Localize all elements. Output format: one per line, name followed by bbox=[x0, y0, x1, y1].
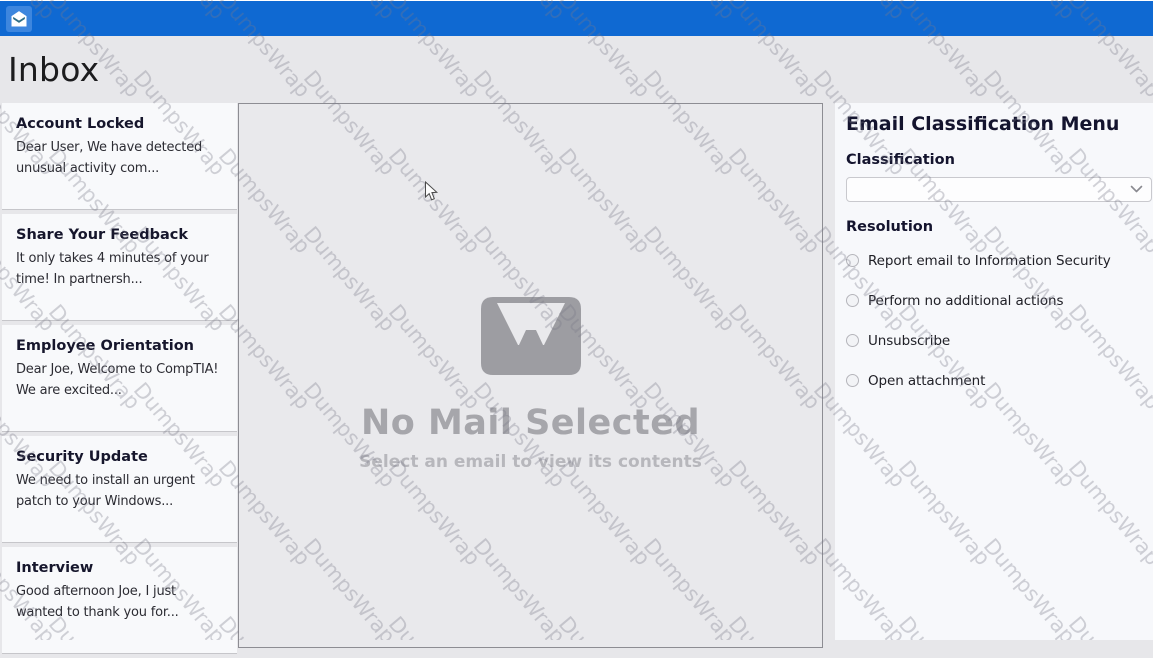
email-classification-panel: Email Classification Menu Classification… bbox=[835, 103, 1153, 640]
resolution-option-label: Open attachment bbox=[868, 373, 985, 389]
open-envelope-icon bbox=[9, 9, 29, 29]
page-title: Inbox bbox=[8, 50, 99, 89]
email-preview: It only takes 4 minutes of your time! In… bbox=[16, 248, 223, 290]
chevron-down-icon bbox=[1130, 185, 1143, 194]
resolution-option[interactable]: Unsubscribe bbox=[846, 327, 1141, 354]
radio-button-icon[interactable] bbox=[846, 254, 859, 267]
email-subject: Employee Orientation bbox=[16, 338, 223, 354]
resolution-option[interactable]: Perform no additional actions bbox=[846, 287, 1141, 314]
email-list-item[interactable]: Share Your Feedback It only takes 4 minu… bbox=[2, 214, 237, 321]
email-list-item[interactable]: Account Locked Dear User, We have detect… bbox=[2, 103, 237, 210]
app-top-bar bbox=[0, 0, 1153, 36]
email-preview: Good afternoon Joe, I just wanted to tha… bbox=[16, 581, 223, 623]
classification-dropdown[interactable] bbox=[846, 177, 1152, 202]
no-mail-empty-state: No Mail Selected Select an email to view… bbox=[239, 297, 822, 472]
resolution-option-label: Report email to Information Security bbox=[868, 253, 1111, 269]
inbox-email-list: Account Locked Dear User, We have detect… bbox=[2, 103, 237, 658]
resolution-radio-group: Report email to Information Security Per… bbox=[846, 247, 1141, 394]
email-preview: Dear User, We have detected unusual acti… bbox=[16, 137, 223, 179]
classification-panel-title: Email Classification Menu bbox=[846, 113, 1141, 135]
resolution-label: Resolution bbox=[846, 219, 1141, 235]
email-subject: Share Your Feedback bbox=[16, 227, 223, 243]
empty-state-subtitle: Select an email to view its contents bbox=[239, 452, 822, 472]
email-preview: Dear Joe, Welcome to CompTIA! We are exc… bbox=[16, 359, 223, 401]
email-list-item[interactable]: Interview Good afternoon Joe, I just wan… bbox=[2, 547, 237, 654]
resolution-option[interactable]: Report email to Information Security bbox=[846, 247, 1141, 274]
resolution-option-label: Unsubscribe bbox=[868, 333, 950, 349]
mail-app-logo bbox=[6, 6, 32, 32]
email-list-item[interactable]: Employee Orientation Dear Joe, Welcome t… bbox=[2, 325, 237, 432]
classification-label: Classification bbox=[846, 152, 1141, 168]
reading-pane: No Mail Selected Select an email to view… bbox=[238, 103, 823, 648]
email-subject: Account Locked bbox=[16, 116, 223, 132]
email-subject: Security Update bbox=[16, 449, 223, 465]
radio-button-icon[interactable] bbox=[846, 334, 859, 347]
empty-state-title: No Mail Selected bbox=[239, 403, 822, 443]
email-preview: We need to install an urgent patch to yo… bbox=[16, 470, 223, 512]
inbox-tray-icon bbox=[481, 297, 581, 375]
radio-button-icon[interactable] bbox=[846, 294, 859, 307]
resolution-option[interactable]: Open attachment bbox=[846, 367, 1141, 394]
email-list-item[interactable]: Security Update We need to install an ur… bbox=[2, 436, 237, 543]
resolution-option-label: Perform no additional actions bbox=[868, 293, 1063, 309]
email-subject: Interview bbox=[16, 560, 223, 576]
radio-button-icon[interactable] bbox=[846, 374, 859, 387]
